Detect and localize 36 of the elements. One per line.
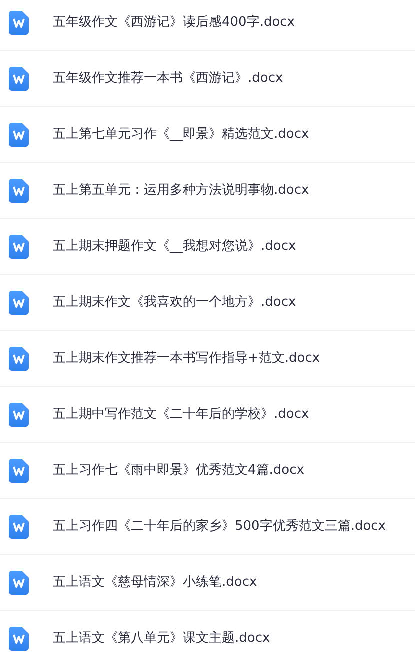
file-name: 五年级作文推荐一本书《西游记》.docx — [53, 70, 284, 88]
document-icon — [9, 178, 29, 202]
document-icon — [9, 10, 29, 34]
document-icon — [9, 290, 29, 314]
file-row[interactable]: 五上期末作文《我喜欢的一个地方》.docx — [0, 274, 415, 330]
file-name: 五上期末作文推荐一本书写作指导+范文.docx — [53, 350, 320, 368]
file-name: 五上期末押题作文《__我想对您说》.docx — [53, 238, 296, 256]
file-row[interactable]: 五上期末押题作文《__我想对您说》.docx — [0, 218, 415, 274]
document-icon — [9, 570, 29, 594]
document-icon — [9, 402, 29, 426]
file-row[interactable]: 五上习作七《雨中即景》优秀范文4篇.docx — [0, 442, 415, 498]
file-name: 五上语文《慈母情深》小练笔.docx — [53, 574, 258, 592]
file-row[interactable]: 五上语文《慈母情深》小练笔.docx — [0, 554, 415, 610]
document-icon — [9, 122, 29, 146]
file-name: 五上语文《第八单元》课文主题.docx — [53, 630, 270, 648]
document-icon — [9, 66, 29, 90]
file-row[interactable]: 五上第五单元：运用多种方法说明事物.docx — [0, 162, 415, 218]
file-name: 五上习作七《雨中即景》优秀范文4篇.docx — [53, 462, 304, 480]
file-row[interactable]: 五上第七单元习作《__即景》精选范文.docx — [0, 106, 415, 162]
file-name: 五上期中写作范文《二十年后的学校》.docx — [53, 406, 310, 424]
file-row[interactable]: 五上期末作文推荐一本书写作指导+范文.docx — [0, 330, 415, 386]
file-row[interactable]: 五年级作文《西游记》读后感400字.docx — [0, 0, 415, 50]
document-icon — [9, 346, 29, 370]
file-row[interactable]: 五年级作文推荐一本书《西游记》.docx — [0, 50, 415, 106]
file-name: 五年级作文《西游记》读后感400字.docx — [53, 14, 295, 32]
file-row[interactable]: 五上习作四《二十年后的家乡》500字优秀范文三篇.docx — [0, 498, 415, 554]
file-row[interactable]: 五上期中写作范文《二十年后的学校》.docx — [0, 386, 415, 442]
file-row[interactable]: 五上语文《第八单元》课文主题.docx — [0, 610, 415, 653]
file-name: 五上第七单元习作《__即景》精选范文.docx — [53, 126, 310, 144]
file-name: 五上期末作文《我喜欢的一个地方》.docx — [53, 294, 296, 312]
document-icon — [9, 458, 29, 482]
file-name: 五上习作四《二十年后的家乡》500字优秀范文三篇.docx — [53, 518, 386, 536]
document-icon — [9, 234, 29, 258]
file-name: 五上第五单元：运用多种方法说明事物.docx — [53, 182, 310, 200]
document-icon — [9, 626, 29, 650]
document-icon — [9, 514, 29, 538]
